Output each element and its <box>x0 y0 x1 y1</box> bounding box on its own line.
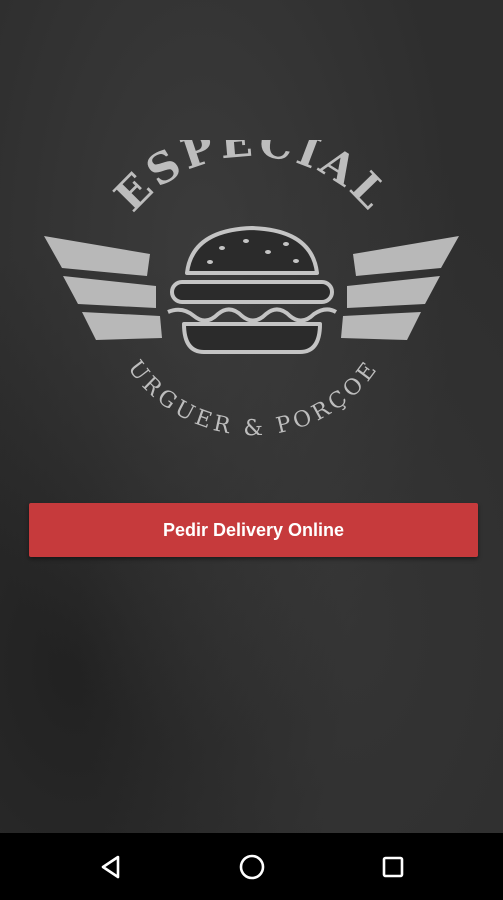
order-delivery-button[interactable]: Pedir Delivery Online <box>29 503 478 557</box>
logo-graphic: ESPECIAL URGUER & PORÇOE <box>0 140 459 441</box>
burger-icon <box>167 226 338 354</box>
recents-button[interactable] <box>363 837 423 897</box>
splash-background: ESPECIAL URGUER & PORÇOE Pedir Delivery … <box>0 0 503 833</box>
left-wing-icon <box>44 236 162 340</box>
brand-logo: ESPECIAL URGUER & PORÇOE <box>0 140 503 450</box>
home-button[interactable] <box>222 837 282 897</box>
back-triangle-icon <box>101 855 119 878</box>
system-nav-bar <box>0 833 503 900</box>
logo-title: ESPECIAL <box>105 140 399 221</box>
home-circle-icon <box>239 854 264 879</box>
back-button[interactable] <box>81 837 141 897</box>
app-screen: ESPECIAL URGUER & PORÇOE Pedir Delivery … <box>0 0 503 900</box>
recents-square-icon <box>382 856 403 877</box>
right-wing-icon <box>341 236 459 340</box>
